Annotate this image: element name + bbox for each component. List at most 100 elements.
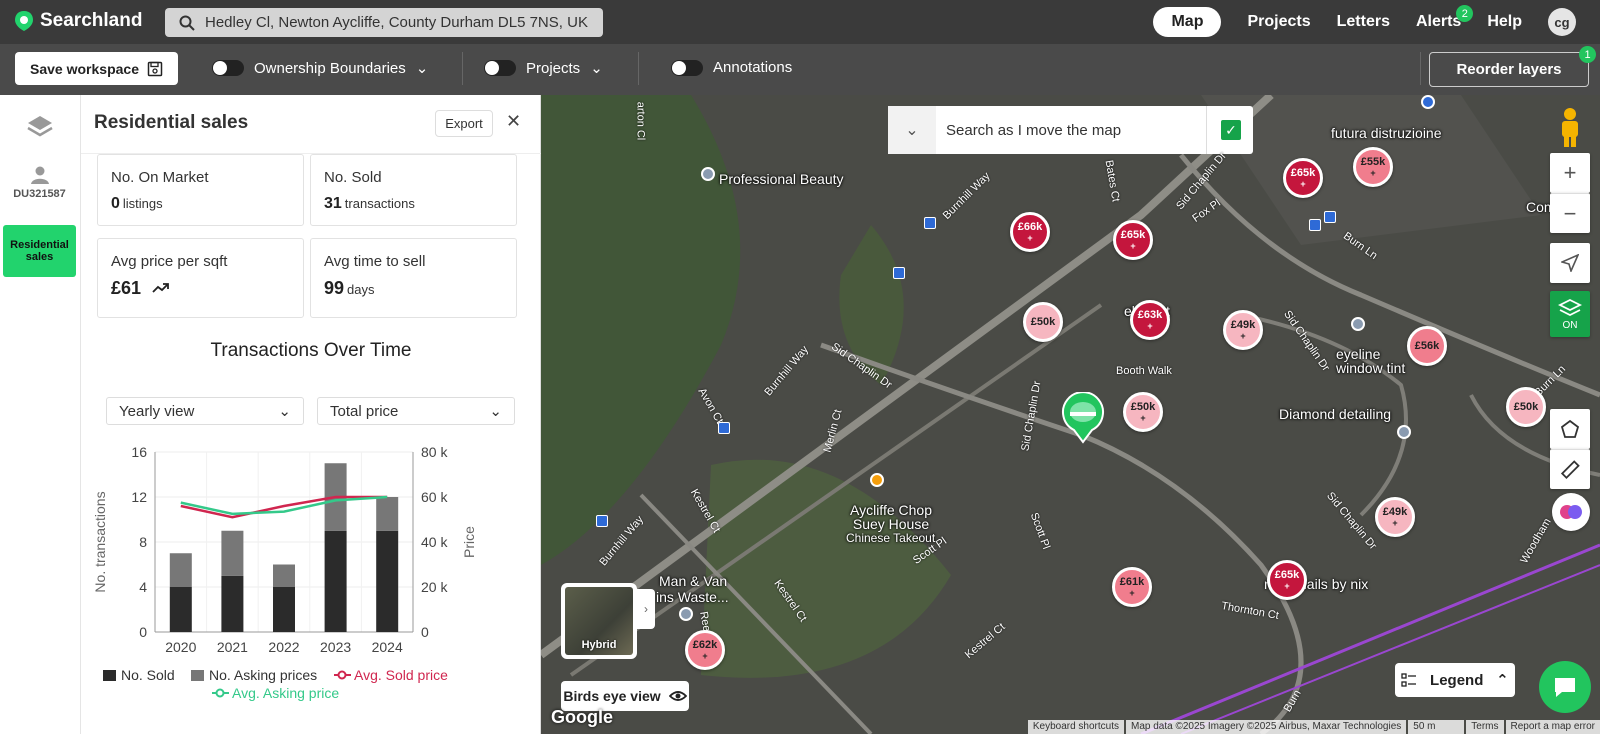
- stat-label: Avg time to sell: [324, 253, 426, 270]
- address-search[interactable]: [165, 8, 603, 37]
- left-rail: DU321587 Residential sales: [0, 95, 81, 734]
- y2-tick-label: 40 k: [421, 534, 448, 550]
- ruler-icon[interactable]: [1550, 449, 1590, 489]
- place-label[interactable]: Professional Beauty: [719, 171, 844, 187]
- bar-no-asking-prices: [169, 553, 192, 587]
- ownership-label: Ownership Boundaries: [254, 59, 406, 77]
- place-label[interactable]: futura distruzioine: [1331, 125, 1442, 141]
- rail-residential-sales[interactable]: Residential sales: [3, 225, 76, 277]
- legend-label: Legend: [1430, 671, 1484, 689]
- nav-help[interactable]: Help: [1487, 13, 1522, 31]
- ai-brain-icon[interactable]: [1552, 493, 1590, 531]
- price-marker[interactable]: £49k +: [1223, 310, 1263, 350]
- chevron-down-icon[interactable]: ⌄: [888, 106, 936, 154]
- search-as-move-checkbox[interactable]: ✓: [1221, 120, 1241, 140]
- price-marker[interactable]: £55k +: [1353, 147, 1393, 187]
- legend-button[interactable]: Legend ⌃: [1395, 663, 1515, 697]
- bar-no-asking-prices: [221, 530, 244, 576]
- toggle-switch[interactable]: [484, 60, 516, 76]
- search-input[interactable]: [205, 14, 590, 31]
- price-marker[interactable]: £66k +: [1010, 212, 1050, 252]
- terms-link[interactable]: Terms: [1466, 720, 1504, 734]
- shop-icon[interactable]: [1421, 95, 1435, 109]
- place-label[interactable]: ins Waste...: [656, 589, 729, 605]
- projects-label: Projects: [526, 59, 581, 77]
- place-pin-icon[interactable]: [701, 167, 715, 181]
- nav-map[interactable]: Map: [1153, 7, 1222, 37]
- toggle-switch[interactable]: [212, 60, 244, 76]
- price-marker-value: £56k: [1414, 339, 1440, 352]
- layers-toggle-button[interactable]: ON: [1550, 291, 1590, 337]
- price-marker[interactable]: £65k +: [1113, 220, 1153, 260]
- search-as-move-label: Search as I move the map: [946, 121, 1122, 139]
- keyboard-shortcuts-link[interactable]: Keyboard shortcuts: [1027, 720, 1125, 734]
- nav-alerts[interactable]: Alerts 2: [1416, 5, 1474, 31]
- price-marker[interactable]: £61k +: [1112, 567, 1152, 607]
- person-icon: [30, 166, 49, 184]
- stat-unit: listings: [122, 196, 163, 211]
- ownership-boundaries-toggle[interactable]: Ownership Boundaries ⌄: [212, 59, 428, 77]
- nav-letters[interactable]: Letters: [1337, 13, 1390, 31]
- stat-label: No. On Market: [111, 169, 209, 186]
- map-view[interactable]: ⌄ Search as I move the map ✓ arton Cl Bu…: [541, 95, 1600, 734]
- search-as-move-control[interactable]: ⌄ Search as I move the map ✓: [888, 106, 1253, 154]
- place-pin-icon[interactable]: [1351, 317, 1365, 331]
- price-marker-value: £65k: [1274, 568, 1300, 581]
- price-marker-value: £50k: [1513, 400, 1539, 413]
- zoom-out-button[interactable]: −: [1550, 193, 1590, 233]
- place-pin-icon[interactable]: [679, 607, 693, 621]
- price-marker[interactable]: £56k: [1407, 326, 1447, 366]
- annotations-toggle[interactable]: Annotations: [671, 59, 792, 76]
- hybrid-map-toggle[interactable]: Hybrid: [561, 583, 637, 659]
- polygon-draw-icon[interactable]: [1550, 409, 1590, 449]
- price-marker[interactable]: £50k: [1506, 387, 1546, 427]
- projects-toggle[interactable]: Projects ⌄: [484, 59, 603, 77]
- place-label[interactable]: eyeline window tint: [1336, 347, 1416, 375]
- my-location-icon[interactable]: [1550, 243, 1590, 283]
- chevron-right-icon[interactable]: ›: [637, 589, 655, 629]
- legend-marker: [215, 688, 225, 698]
- street-view-pegman-icon[interactable]: [1550, 103, 1590, 151]
- price-marker[interactable]: £65k +: [1283, 158, 1323, 198]
- chevron-down-icon[interactable]: ⌄: [590, 59, 603, 77]
- close-icon[interactable]: ✕: [506, 111, 521, 132]
- export-button[interactable]: Export: [435, 110, 493, 137]
- price-marker[interactable]: £65k +: [1267, 560, 1307, 600]
- x-tick-label: 2024: [372, 639, 403, 655]
- app-logo[interactable]: Searchland: [14, 10, 142, 32]
- metric-select[interactable]: Total price ⌄: [317, 397, 515, 425]
- price-marker[interactable]: £50k: [1023, 302, 1063, 342]
- legend-label: No. Sold: [121, 667, 175, 683]
- chevron-down-icon[interactable]: ⌄: [416, 59, 429, 77]
- zoom-in-button[interactable]: +: [1550, 153, 1590, 193]
- reorder-layers-button[interactable]: Reorder layers 1: [1429, 46, 1596, 87]
- price-marker[interactable]: £62k +: [685, 630, 725, 670]
- price-marker[interactable]: £49k +: [1375, 497, 1415, 537]
- rail-title-item[interactable]: DU321587: [3, 165, 76, 200]
- place-label[interactable]: Diamond detailing: [1279, 406, 1391, 422]
- place-label[interactable]: Aycliffe Chop Suey House: [841, 503, 941, 531]
- place-label[interactable]: Man & Van: [659, 573, 727, 589]
- layers-icon[interactable]: [3, 113, 76, 144]
- selected-location-icon[interactable]: [1060, 392, 1106, 444]
- price-marker[interactable]: £63k +: [1130, 300, 1170, 340]
- annotations-label: Annotations: [713, 59, 793, 76]
- restaurant-icon[interactable]: [870, 473, 884, 487]
- save-workspace-button[interactable]: Save workspace: [15, 52, 178, 85]
- price-marker-value: £61k: [1119, 575, 1145, 588]
- view-select[interactable]: Yearly view ⌄: [106, 397, 304, 425]
- price-marker-value: £65k: [1120, 228, 1146, 241]
- user-avatar[interactable]: cg: [1548, 8, 1576, 36]
- place-pin-icon[interactable]: [1397, 425, 1411, 439]
- chevron-down-icon: ⌄: [489, 403, 502, 420]
- legend-label: Avg. Sold price: [354, 667, 448, 683]
- y2-tick-label: 20 k: [421, 579, 448, 595]
- price-marker[interactable]: £50k +: [1123, 392, 1163, 432]
- transactions-chart: 0 4 8 12 16 0 20 k 40 k 60 k 80 k 2020 2021 2022 2023…: [92, 444, 477, 701]
- toggle-switch[interactable]: [671, 59, 703, 76]
- legend-list-icon: [1401, 673, 1417, 687]
- legend-swatch: [103, 670, 116, 681]
- chat-icon[interactable]: [1539, 661, 1591, 713]
- nav-projects[interactable]: Projects: [1247, 13, 1310, 31]
- report-error-link[interactable]: Report a map error: [1505, 720, 1600, 734]
